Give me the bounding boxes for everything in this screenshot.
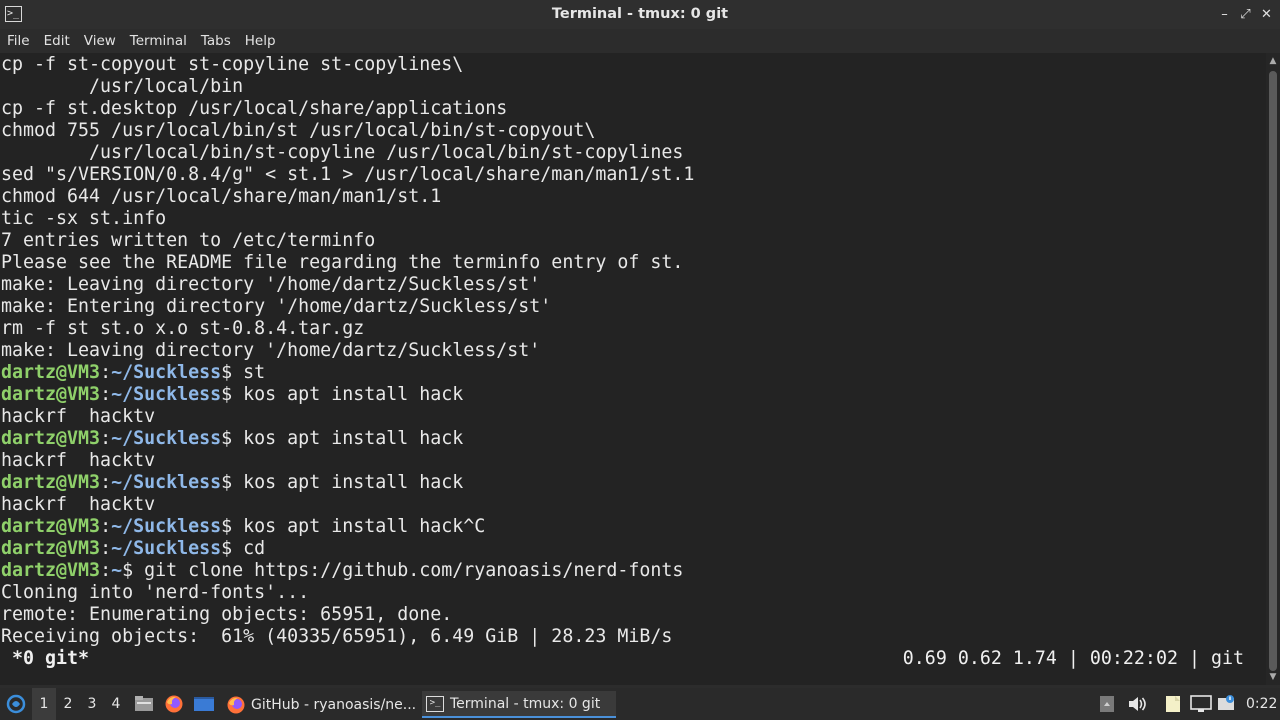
menu-terminal[interactable]: Terminal: [123, 33, 194, 49]
prompt-user: dartz@VM3: [1, 362, 101, 383]
prompt-user: dartz@VM3: [1, 428, 101, 449]
task-terminal[interactable]: >_ Terminal - tmux: 0 git: [422, 691, 616, 718]
tmux-window-list: *0 git*: [1, 648, 90, 669]
prompt-path: ~/Suckless: [111, 472, 222, 493]
terminal-line: make: Leaving directory '/home/dartz/Suc…: [1, 274, 541, 295]
prompt-command: $ kos apt install hack: [221, 472, 464, 493]
terminal-area[interactable]: cp -f st-copyout st-copyline st-copyline…: [0, 53, 1266, 685]
terminal-line: Please see the README file regarding the…: [1, 252, 684, 273]
prompt-command: $ cd: [221, 538, 266, 559]
notes-icon[interactable]: [1163, 688, 1183, 720]
tray-box-icon[interactable]: [1099, 688, 1115, 720]
title-bar[interactable]: >_ Terminal - tmux: 0 git – ⤢ ✕: [0, 0, 1280, 29]
prompt-user: dartz@VM3: [1, 472, 101, 493]
scrollbar-thumb[interactable]: [1269, 71, 1277, 671]
terminal-line: chmod 644 /usr/local/share/man/man1/st.1: [1, 186, 442, 207]
workspace-2[interactable]: 2: [56, 688, 80, 720]
prompt-separator: :: [100, 428, 112, 449]
menu-file[interactable]: File: [0, 33, 37, 49]
workspace-4[interactable]: 4: [104, 688, 128, 720]
desktop-icon[interactable]: [193, 688, 215, 720]
prompt-line: dartz@VM3:~/Suckless$ kos apt install ha…: [1, 472, 694, 494]
minimize-icon[interactable]: –: [1214, 7, 1235, 22]
close-icon[interactable]: ✕: [1256, 7, 1277, 22]
terminal-line: hackrf hacktv: [1, 494, 156, 515]
terminal-line: make: Leaving directory '/home/dartz/Suc…: [1, 340, 541, 361]
prompt-command: $ st: [221, 362, 266, 383]
terminal-line: /usr/local/bin/st-copyline /usr/local/bi…: [1, 142, 684, 163]
display-icon[interactable]: [1190, 688, 1212, 720]
tmux-status-bar: *0 git* 0.69 0.62 1.74 | 00:22:02 | git: [0, 647, 1266, 671]
terminal-line: /usr/local/bin: [1, 76, 244, 97]
terminal-line: cp -f st-copyout st-copyline st-copyline…: [1, 54, 464, 75]
prompt-separator: :: [100, 560, 112, 581]
prompt-path: ~/Suckless: [111, 538, 222, 559]
prompt-line: dartz@VM3:~/Suckless$ kos apt install ha…: [1, 516, 694, 538]
menu-tabs[interactable]: Tabs: [194, 33, 238, 49]
prompt-command: $ git clone https://github.com/ryanoasis…: [122, 560, 684, 581]
terminal-line: make: Entering directory '/home/dartz/Su…: [1, 296, 552, 317]
terminal-output: cp -f st-copyout st-copyline st-copyline…: [1, 54, 694, 648]
taskbar: 1 2 3 4 GitHub - ryanoasis/ne... >_ Term…: [0, 688, 1280, 720]
volume-icon[interactable]: [1127, 688, 1147, 720]
terminal-line: rm -f st st.o x.o st-0.8.4.tar.gz: [1, 318, 365, 339]
prompt-command: $ kos apt install hack^C: [221, 516, 486, 537]
prompt-separator: :: [100, 362, 112, 383]
network-icon[interactable]: [1216, 688, 1236, 720]
menu-help[interactable]: Help: [238, 33, 283, 49]
terminal-icon: >_: [426, 695, 444, 712]
terminal-line: tic -sx st.info: [1, 208, 167, 229]
scroll-down-icon[interactable]: ▼: [1266, 669, 1280, 685]
prompt-line: dartz@VM3:~/Suckless$ kos apt install ha…: [1, 384, 694, 406]
prompt-path: ~/Suckless: [111, 384, 222, 405]
menu-view[interactable]: View: [77, 33, 123, 49]
prompt-user: dartz@VM3: [1, 384, 101, 405]
prompt-command: $ kos apt install hack: [221, 384, 464, 405]
window-title: Terminal - tmux: 0 git: [551, 6, 729, 22]
prompt-separator: :: [100, 538, 112, 559]
terminal-line: Cloning into 'nerd-fonts'...: [1, 582, 310, 603]
terminal-line: remote: Enumerating objects: 65951, done…: [1, 604, 453, 625]
prompt-path: ~: [111, 560, 123, 581]
terminal-scrollbar[interactable]: ▲ ▼: [1266, 53, 1280, 685]
terminal-line: Receiving objects: 61% (40335/65951), 6.…: [1, 626, 673, 647]
menu-bar: File Edit View Terminal Tabs Help: [0, 29, 1280, 53]
app-menu-icon[interactable]: [4, 688, 28, 720]
prompt-line: dartz@VM3:~/Suckless$ kos apt install ha…: [1, 428, 694, 450]
task-firefox[interactable]: GitHub - ryanoasis/ne...: [222, 691, 422, 718]
prompt-line: dartz@VM3:~$ git clone https://github.co…: [1, 560, 694, 582]
scroll-up-icon[interactable]: ▲: [1266, 53, 1280, 69]
terminal-line: hackrf hacktv: [1, 406, 156, 427]
terminal-line: 7 entries written to /etc/terminfo: [1, 230, 376, 251]
clock[interactable]: 0:22: [1246, 688, 1277, 720]
prompt-separator: :: [100, 384, 112, 405]
terminal-line: hackrf hacktv: [1, 450, 156, 471]
terminal-line: cp -f st.desktop /usr/local/share/applic…: [1, 98, 508, 119]
task-label: Terminal - tmux: 0 git: [450, 695, 601, 712]
prompt-separator: :: [100, 516, 112, 537]
firefox-icon: [227, 696, 245, 713]
prompt-path: ~/Suckless: [111, 362, 222, 383]
maximize-icon[interactable]: ⤢: [1235, 7, 1256, 22]
terminal-line: chmod 755 /usr/local/bin/st /usr/local/b…: [1, 120, 596, 141]
file-manager-icon[interactable]: [134, 688, 154, 720]
terminal-line: sed "s/VERSION/0.8.4/g" < st.1 > /usr/lo…: [1, 164, 695, 185]
prompt-user: dartz@VM3: [1, 560, 101, 581]
workspace-1[interactable]: 1: [32, 688, 56, 720]
firefox-icon[interactable]: [164, 688, 184, 720]
prompt-line: dartz@VM3:~/Suckless$ st: [1, 362, 694, 384]
prompt-user: dartz@VM3: [1, 538, 101, 559]
task-label: GitHub - ryanoasis/ne...: [251, 696, 417, 713]
prompt-user: dartz@VM3: [1, 516, 101, 537]
prompt-path: ~/Suckless: [111, 428, 222, 449]
prompt-command: $ kos apt install hack: [221, 428, 464, 449]
menu-edit[interactable]: Edit: [37, 33, 77, 49]
workspace-3[interactable]: 3: [80, 688, 104, 720]
prompt-line: dartz@VM3:~/Suckless$ cd: [1, 538, 694, 560]
prompt-separator: :: [100, 472, 112, 493]
tmux-status-right: 0.69 0.62 1.74 | 00:22:02 | git: [902, 648, 1244, 669]
prompt-path: ~/Suckless: [111, 516, 222, 537]
